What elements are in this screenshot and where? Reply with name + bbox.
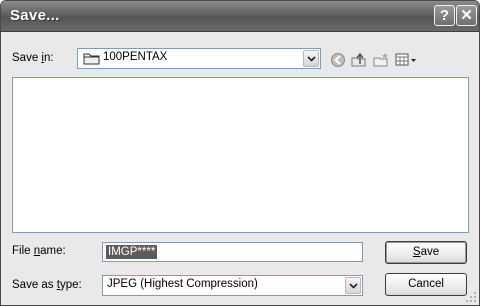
resize-grip-icon[interactable] (465, 291, 477, 303)
chevron-down-icon (349, 283, 358, 289)
save-in-label: Save in: (12, 52, 54, 64)
view-menu-icon[interactable] (394, 52, 418, 68)
back-icon[interactable] (329, 52, 347, 68)
close-button[interactable]: ✕ (456, 5, 477, 26)
file-name-input[interactable]: IMGP**** (102, 242, 363, 262)
save-in-dropdown-button[interactable] (303, 50, 319, 67)
save-button[interactable]: Save (385, 241, 467, 264)
save-as-type-dropdown-button[interactable] (345, 277, 361, 294)
save-in-value: 100PENTAX (103, 51, 168, 63)
save-in-combo[interactable]: 100PENTAX (77, 48, 321, 69)
chevron-down-icon (307, 56, 316, 62)
file-list[interactable] (12, 77, 469, 233)
new-folder-icon[interactable] (372, 52, 390, 68)
dialog-title: Save... (10, 7, 60, 24)
save-as-type-label: Save as type: (12, 279, 82, 291)
save-as-type-value: JPEG (Highest Compression) (107, 278, 258, 290)
file-name-label: File name: (12, 245, 66, 257)
save-as-type-combo[interactable]: JPEG (Highest Compression) (102, 275, 363, 296)
file-name-value: IMGP**** (106, 245, 158, 259)
save-dialog: Save... ? ✕ Save in: 100PENTAX File name… (0, 0, 480, 306)
title-bar[interactable]: Save... ? ✕ (1, 1, 479, 32)
folder-icon (83, 53, 100, 65)
up-folder-icon[interactable] (350, 52, 368, 68)
help-button[interactable]: ? (434, 5, 455, 26)
cancel-button[interactable]: Cancel (385, 273, 467, 296)
